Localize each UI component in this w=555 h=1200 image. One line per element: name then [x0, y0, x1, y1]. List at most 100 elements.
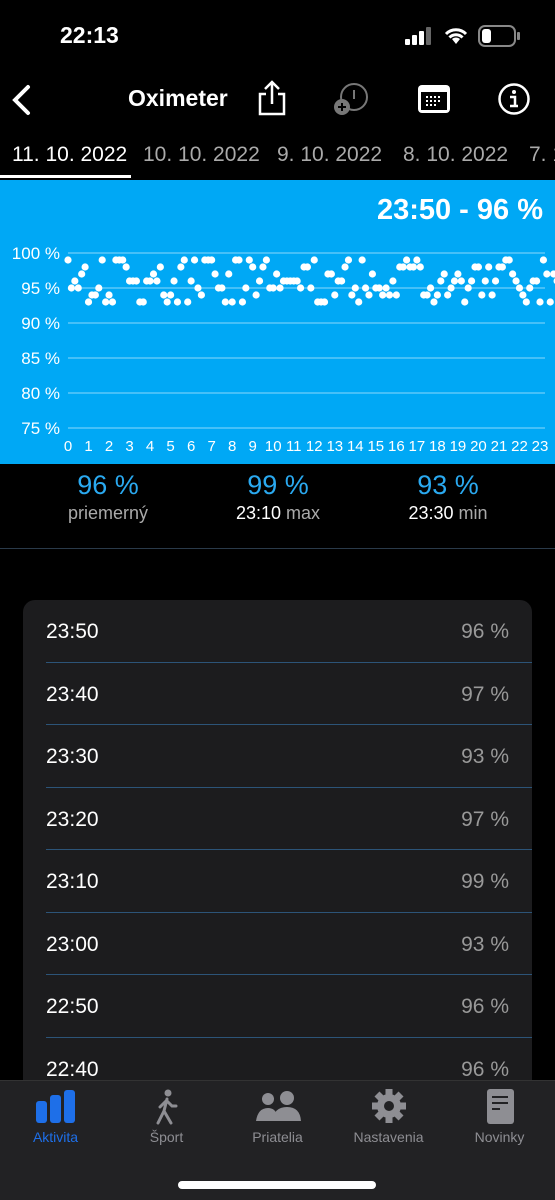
- date-tabs: 11. 10. 2022 10. 10. 2022 9. 10. 2022 8.…: [0, 135, 555, 180]
- y-tick-label: 90 %: [21, 314, 60, 333]
- data-point: [454, 270, 462, 278]
- data-point: [481, 277, 489, 285]
- data-point: [252, 291, 260, 299]
- reading-row[interactable]: 23:20 97 %: [46, 788, 532, 850]
- data-point: [170, 277, 178, 285]
- data-point: [249, 263, 257, 271]
- stat-value: 96 %: [77, 470, 139, 500]
- stat-min: 93 % 23:30 min: [363, 470, 533, 524]
- data-point: [430, 298, 438, 306]
- data-point: [351, 284, 359, 292]
- data-point: [320, 298, 329, 306]
- date-tab[interactable]: 11. 10. 2022: [12, 143, 127, 167]
- tab-sport[interactable]: Šport: [111, 1089, 222, 1145]
- data-point: [440, 270, 448, 278]
- home-indicator: [178, 1181, 376, 1189]
- x-tick-label: 12: [306, 438, 323, 455]
- info-icon[interactable]: [497, 82, 531, 116]
- x-tick-label: 19: [450, 438, 467, 455]
- x-tick-label: 20: [470, 438, 487, 455]
- data-point: [464, 284, 472, 292]
- data-point: [163, 298, 171, 306]
- data-point: [368, 270, 377, 278]
- reading-row[interactable]: 23:30 93 %: [46, 725, 532, 788]
- data-point: [382, 284, 390, 292]
- share-icon[interactable]: [256, 80, 288, 116]
- x-tick-label: 8: [228, 438, 236, 455]
- data-point: [194, 284, 202, 292]
- tab-priatelia[interactable]: Priatelia: [222, 1089, 333, 1145]
- data-point: [95, 284, 103, 292]
- reading-time: 23:50: [46, 620, 99, 643]
- data-point: [303, 263, 312, 271]
- y-tick-label: 95 %: [21, 279, 60, 298]
- reading-row[interactable]: 23:50 96 %: [46, 600, 532, 663]
- data-point: [375, 284, 383, 292]
- data-point: [146, 277, 154, 285]
- bar-chart-icon: [35, 1090, 75, 1123]
- x-tick-label: 4: [146, 438, 154, 455]
- data-point: [478, 291, 486, 299]
- data-point: [102, 298, 110, 306]
- page-title: Oximeter: [128, 85, 228, 111]
- date-tab[interactable]: 9. 10. 2022: [277, 143, 382, 167]
- x-tick-label: 6: [187, 438, 195, 455]
- reading-value: 96 %: [461, 995, 509, 1018]
- tab-nastavenia[interactable]: Nastavenia: [333, 1089, 444, 1145]
- data-point: [259, 263, 267, 271]
- reading-value: 96 %: [461, 1057, 509, 1081]
- data-point: [211, 270, 219, 278]
- reading-row[interactable]: 23:00 93 %: [46, 913, 532, 975]
- tab-novinky[interactable]: Novinky: [444, 1089, 555, 1145]
- friends-icon: [255, 1091, 301, 1121]
- data-point: [190, 256, 199, 264]
- data-point: [488, 291, 496, 299]
- gauge-add-icon[interactable]: [332, 82, 372, 116]
- data-point: [160, 291, 168, 299]
- x-tick-label: 7: [207, 438, 215, 455]
- readings-list[interactable]: 23:50 96 % 23:40 97 % 23:30 93 % 23:20 97 % 23:1…: [23, 600, 532, 1120]
- active-tab-indicator: [0, 175, 131, 178]
- data-point: [177, 263, 185, 271]
- data-point: [467, 277, 476, 285]
- x-tick-label: 2: [105, 438, 113, 455]
- status-time: 22:13: [60, 22, 119, 48]
- date-tab[interactable]: 7. 10. 2022: [529, 143, 555, 167]
- data-point: [526, 284, 534, 292]
- reading-row[interactable]: 22:50 96 %: [46, 975, 532, 1038]
- data-point: [310, 256, 318, 264]
- stat-average: 96 % priemerný: [23, 470, 193, 524]
- data-point: [225, 270, 233, 278]
- date-tab[interactable]: 10. 10. 2022: [143, 143, 260, 167]
- data-point: [296, 284, 305, 292]
- data-point: [546, 298, 554, 306]
- data-point: [208, 256, 216, 264]
- data-point: [515, 284, 524, 292]
- x-tick-label: 14: [347, 438, 364, 455]
- divider: [0, 548, 555, 549]
- calendar-icon[interactable]: [417, 84, 451, 114]
- data-point: [276, 284, 284, 292]
- data-point: [550, 270, 555, 278]
- oximeter-chart[interactable]: 23:50 - 96 % 100 % 95 % 90 % 85 % 80 % 75 % 0 1…: [0, 180, 555, 464]
- reading-row[interactable]: 23:40 97 %: [46, 663, 532, 725]
- reading-time: 22:40: [46, 1057, 99, 1081]
- tab-label: Novinky: [474, 1129, 525, 1145]
- data-point: [262, 256, 270, 264]
- data-point: [512, 277, 520, 285]
- x-tick-label: 9: [249, 438, 257, 455]
- tab-aktivita[interactable]: Aktivita: [0, 1089, 111, 1145]
- x-tick-label: 13: [326, 438, 343, 455]
- stat-label: min: [458, 503, 488, 523]
- x-tick-label: 1: [84, 438, 92, 455]
- stat-time: 23:30: [408, 503, 454, 523]
- reading-row[interactable]: 23:10 99 %: [46, 850, 532, 913]
- reading-value: 93 %: [461, 745, 509, 768]
- data-point: [228, 298, 236, 306]
- data-point: [426, 284, 435, 292]
- date-tab[interactable]: 8. 10. 2022: [403, 143, 508, 167]
- back-chevron-icon[interactable]: [10, 84, 34, 116]
- data-point: [348, 291, 356, 299]
- reading-value: 99 %: [461, 870, 509, 893]
- data-point: [273, 270, 281, 278]
